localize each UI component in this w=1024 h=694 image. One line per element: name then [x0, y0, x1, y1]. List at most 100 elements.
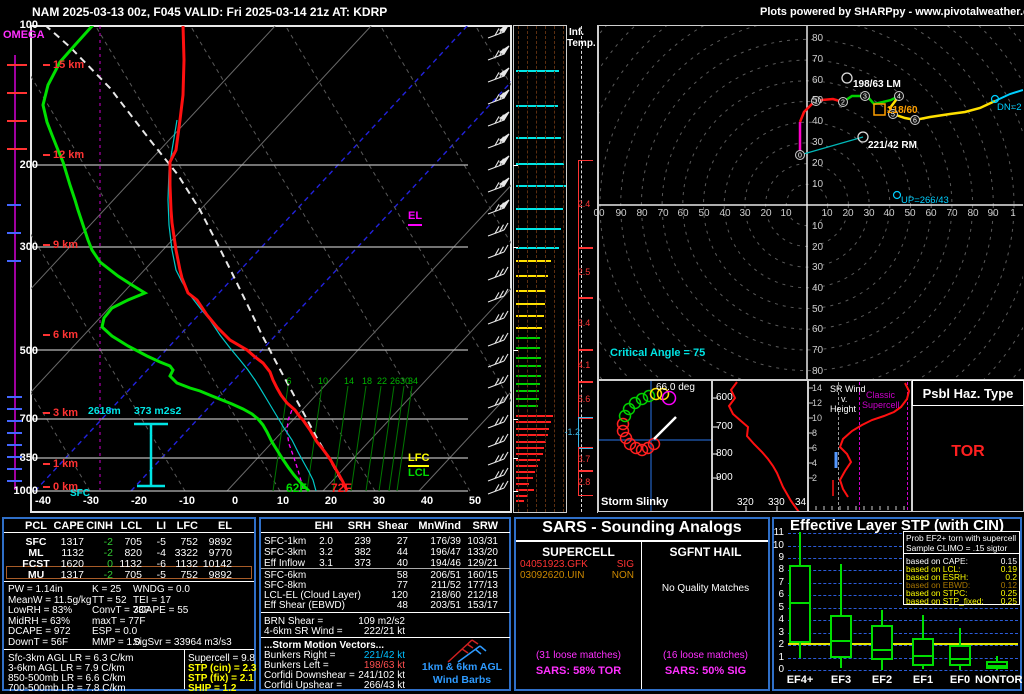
- omega-tick-dn: [7, 232, 21, 234]
- stp-gridline: [788, 657, 1018, 659]
- pressure-label: 500: [19, 344, 38, 357]
- wind-barb: [487, 467, 509, 482]
- hodo-axis-label: 30: [739, 208, 751, 219]
- strip-grid: [536, 26, 537, 512]
- kinematics-header: SRW: [472, 520, 498, 532]
- strip-tick: [513, 458, 518, 459]
- wind-barb: [487, 310, 509, 325]
- omega-tick-up: [7, 148, 27, 150]
- hodo-axis-label: 40: [883, 208, 895, 219]
- thermo-value: 3CAPE = 55: [133, 605, 189, 616]
- omega-tick-dn: [7, 408, 22, 410]
- hodo-axis-label: 30: [863, 208, 875, 219]
- wind-barb: [487, 111, 510, 127]
- thermo-value: PW = 1.14in: [8, 584, 63, 595]
- mean-wind-marker: [873, 103, 886, 116]
- thermo-value: MidRH = 63%: [8, 615, 70, 627]
- hodograph-plot: 01 23 456: [599, 26, 1023, 379]
- storm-motion-label: Corfidi Upshear =: [264, 680, 343, 691]
- stp-category-label: EF4+: [786, 674, 814, 686]
- surface-dewpoint-label: 62F: [286, 481, 307, 495]
- height-tick: [43, 244, 50, 246]
- sars-left-result: SARS: 58% TOR: [535, 665, 622, 677]
- thermo-value: LowRH = 83%: [8, 605, 73, 616]
- wind-speed-bar: [516, 357, 541, 359]
- stp-y-label: 6: [778, 589, 784, 601]
- hodo-axis-label: 50: [698, 208, 710, 219]
- wind-speed-bar: [516, 441, 546, 443]
- stp-legend-divider: [904, 553, 1019, 554]
- slinky-deg-label: 66.0 deg: [656, 382, 695, 393]
- sars-supercell-header: SUPERCELL: [542, 545, 615, 559]
- stp-legend-line2: Sample CLIMO = .15 sigtor: [906, 543, 1008, 553]
- hodo-axis-label: 50: [904, 208, 916, 219]
- mean-wind-label: 218/60: [887, 105, 918, 116]
- sr46-value: 222/21 kt: [363, 626, 405, 637]
- sr-height-label: 4: [812, 458, 818, 468]
- temp-axis-label: 20: [324, 495, 338, 507]
- height-label: 1 km: [53, 458, 79, 470]
- barb-caption: 1km & 6km AGL: [421, 661, 503, 673]
- svg-text:0: 0: [798, 153, 802, 160]
- hodo-axis-label: 80: [812, 366, 824, 377]
- divider: [261, 532, 510, 533]
- thermo-value: ESP = 0.0: [92, 626, 138, 637]
- temp-axis-label: -20: [131, 495, 147, 507]
- bunkers-right-label: 221/42 RM: [868, 140, 917, 151]
- svg-text:2: 2: [841, 100, 845, 107]
- hodo-axis-label: 60: [812, 75, 824, 86]
- wind-speed-bar: [516, 247, 559, 249]
- hodo-axis-label: 20: [812, 242, 824, 253]
- stp-gridline: [788, 670, 1018, 671]
- svg-text:4: 4: [897, 94, 901, 101]
- height-tick: [43, 463, 50, 465]
- stp-gridline: [788, 645, 1018, 647]
- wind-barb: [487, 451, 509, 466]
- thermo-value: WNDG = 0.0: [133, 584, 190, 595]
- thermo-value: DownT = 56F: [8, 636, 69, 648]
- pressure-label: 100: [19, 19, 38, 31]
- stp-legend-label: based on STP_fixed:: [906, 596, 984, 606]
- wind-barb: [487, 244, 509, 259]
- stp-y-label: 7: [778, 576, 784, 588]
- hodo-axis-label: 90: [987, 208, 999, 219]
- wind-speed-bar: [516, 327, 542, 329]
- temp-advection-value: 5.6: [577, 394, 591, 404]
- omega-tick-dn: [7, 260, 21, 262]
- temp-axis-label: -40: [35, 495, 51, 507]
- dewpoint-curve: [41, 26, 311, 493]
- sr-height-label: 12: [812, 398, 823, 408]
- height-tick: [43, 334, 50, 336]
- hodo-axis-label: 30: [812, 262, 824, 273]
- omega-tick-dn: [7, 444, 22, 446]
- divider: [516, 540, 768, 542]
- surface-temp-label: 72F: [331, 481, 352, 495]
- divider: [641, 541, 642, 689]
- corfidi-up-label: UP=266/43: [901, 195, 949, 206]
- pressure-label: 300: [19, 241, 38, 254]
- hodo-axis-label: 00: [593, 208, 605, 219]
- thermo-value: MeanW = 11.5g/kg: [8, 594, 92, 606]
- thetae-x-label: 320: [737, 497, 754, 508]
- stp-y-label: 9: [778, 551, 784, 563]
- mixing-ratio-label: 6: [286, 376, 292, 386]
- stp-gridline: [788, 607, 1018, 609]
- sars-hail-message: No Quality Matches: [661, 583, 750, 594]
- wind-speed-bar: [516, 447, 544, 449]
- parcel-cell: 9892: [208, 536, 232, 548]
- kinematics-row-label: Eff Shear (EBWD): [264, 600, 345, 611]
- barb-caption: Wind Barbs: [432, 674, 492, 686]
- hodo-axis-label: 20: [760, 208, 772, 219]
- thermo-value: K = 25: [92, 584, 122, 595]
- wind-speed-bar: [516, 453, 543, 455]
- header-title: NAM 2025-03-13 00z, F045 VALID: Fri 2025…: [32, 5, 388, 19]
- omega-tick-dn: [7, 432, 22, 434]
- sars-match-tag: NON: [611, 570, 634, 581]
- wind-speed-bar: [516, 163, 564, 165]
- wind-barb: [487, 89, 510, 105]
- height-label: 12 km: [53, 149, 85, 161]
- temp-axis-label: 30: [372, 495, 386, 507]
- divider: [184, 649, 185, 689]
- sars-hail-header: SGFNT HAIL: [669, 545, 742, 559]
- classic-supercell-label-2: Supercell: [862, 400, 900, 410]
